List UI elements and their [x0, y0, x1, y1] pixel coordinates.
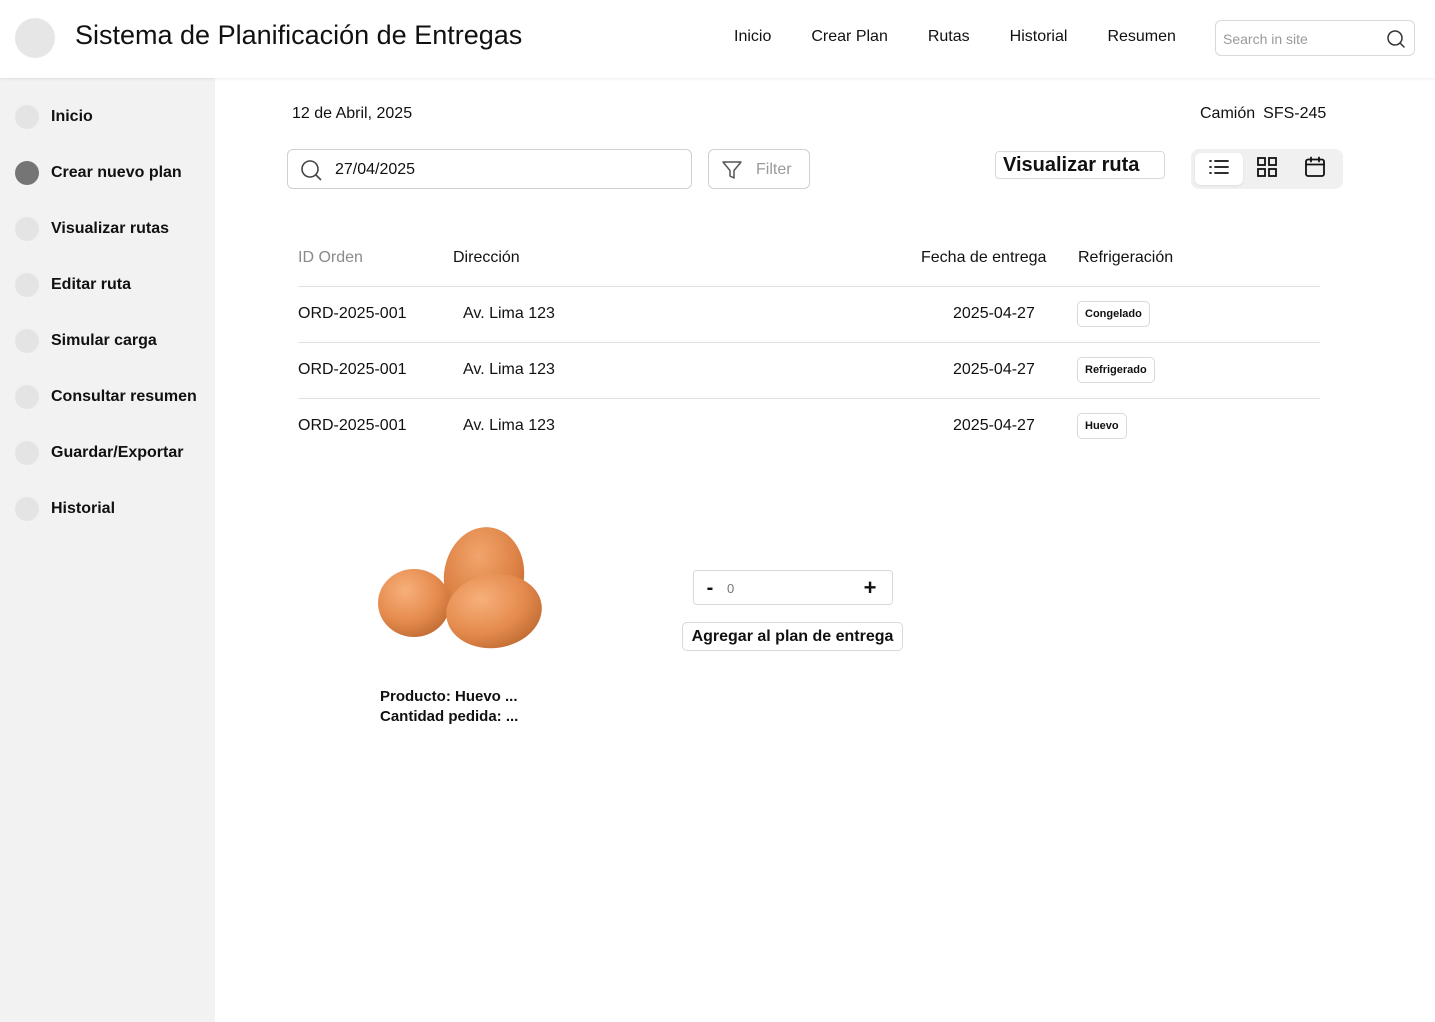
product-name: Producto: Huevo ... [380, 688, 518, 705]
row-divider [298, 398, 1320, 399]
grid-icon [1255, 155, 1279, 184]
sidebar-dot [15, 329, 39, 353]
cell-delivery-date: 2025-04-27 [953, 417, 1035, 434]
sidebar-dot [15, 273, 39, 297]
refrigeration-badge: Congelado [1077, 301, 1150, 327]
site-search [1215, 20, 1415, 56]
product-quantity: Cantidad pedida: ... [380, 708, 519, 725]
visualizar-ruta-button[interactable]: Visualizar ruta [995, 151, 1165, 179]
filter-icon [721, 159, 743, 181]
sidebar: Inicio Crear nuevo plan Visualizar rutas… [0, 78, 215, 1022]
sidebar-item-visualizar-rutas[interactable]: Visualizar rutas [15, 217, 169, 241]
sidebar-item-inicio[interactable]: Inicio [15, 105, 93, 129]
top-nav: Inicio Crear Plan Rutas Historial Resume… [714, 28, 1196, 46]
cell-delivery-date: 2025-04-27 [953, 305, 1035, 322]
filter-button[interactable]: Filter [708, 149, 810, 189]
quantity-input[interactable] [727, 579, 847, 597]
sidebar-item-guardar-exportar[interactable]: Guardar/Exportar [15, 441, 183, 465]
current-date: 12 de Abril, 2025 [292, 105, 413, 122]
sidebar-dot [15, 497, 39, 521]
cell-order-id: ORD-2025-001 [298, 361, 407, 378]
increment-button[interactable]: + [860, 575, 880, 601]
sidebar-item-label: Historial [51, 500, 116, 517]
cell-order-id: ORD-2025-001 [298, 417, 407, 434]
add-to-plan-button[interactable]: Agregar al plan de entrega [682, 622, 903, 651]
sidebar-dot [15, 441, 39, 465]
refrigeration-badge: Refrigerado [1077, 357, 1155, 383]
sidebar-item-consultar-resumen[interactable]: Consultar resumen [15, 385, 197, 409]
sidebar-dot [15, 385, 39, 409]
sidebar-item-label: Simular carga [51, 332, 157, 349]
view-mode-toggle [1191, 149, 1343, 189]
truck-id: SFS-245 [1263, 105, 1327, 122]
date-search-input[interactable] [335, 160, 675, 180]
sidebar-dot-active [15, 161, 39, 185]
nav-link-resumen[interactable]: Resumen [1107, 28, 1175, 46]
top-header: Sistema de Planificación de Entregas Ini… [0, 0, 1435, 78]
search-icon [300, 159, 322, 181]
truck-info: Camión SFS-245 [1200, 105, 1326, 123]
calendar-view-button[interactable] [1291, 153, 1339, 185]
cell-address: Av. Lima 123 [463, 305, 555, 322]
date-search [287, 149, 692, 189]
search-icon[interactable] [1386, 29, 1406, 49]
calendar-icon [1303, 155, 1327, 184]
eggs-image [372, 520, 552, 660]
sidebar-item-label: Visualizar rutas [51, 220, 169, 237]
sidebar-dot [15, 217, 39, 241]
column-header-refrigeration[interactable]: Refrigeración [1078, 249, 1173, 267]
row-divider [298, 342, 1320, 343]
column-header-id[interactable]: ID Orden [298, 249, 363, 267]
sidebar-item-editar-ruta[interactable]: Editar ruta [15, 273, 131, 297]
sidebar-item-label: Crear nuevo plan [51, 164, 182, 181]
refrigeration-badge: Huevo [1077, 413, 1127, 439]
sidebar-item-historial[interactable]: Historial [15, 497, 115, 521]
nav-link-crear-plan[interactable]: Crear Plan [811, 28, 887, 46]
grid-view-button[interactable] [1243, 153, 1291, 185]
filter-label: Filter [756, 161, 792, 178]
quantity-stepper: - + [693, 570, 893, 605]
truck-label: Camión [1200, 105, 1256, 122]
column-header-date[interactable]: Fecha de entrega [921, 249, 1046, 267]
decrement-button[interactable]: - [700, 575, 720, 601]
sidebar-item-label: Guardar/Exportar [51, 444, 184, 461]
sidebar-dot [15, 105, 39, 129]
site-search-input[interactable] [1223, 29, 1373, 49]
sidebar-item-label: Consultar resumen [51, 388, 197, 405]
page-title: Sistema de Planificación de Entregas [75, 20, 523, 50]
cell-order-id: ORD-2025-001 [298, 305, 407, 322]
cell-address: Av. Lima 123 [463, 417, 555, 434]
sidebar-item-crear-nuevo-plan[interactable]: Crear nuevo plan [15, 161, 182, 185]
sidebar-item-label: Inicio [51, 108, 93, 125]
list-view-button[interactable] [1195, 153, 1243, 185]
list-icon [1207, 155, 1231, 184]
sidebar-item-simular-carga[interactable]: Simular carga [15, 329, 157, 353]
sidebar-item-label: Editar ruta [51, 276, 132, 293]
cell-delivery-date: 2025-04-27 [953, 361, 1035, 378]
row-divider [298, 286, 1320, 287]
nav-link-inicio[interactable]: Inicio [734, 28, 771, 46]
column-header-address[interactable]: Dirección [453, 249, 520, 267]
nav-link-rutas[interactable]: Rutas [928, 28, 970, 46]
nav-link-historial[interactable]: Historial [1010, 28, 1068, 46]
cell-address: Av. Lima 123 [463, 361, 555, 378]
logo[interactable] [15, 18, 55, 58]
